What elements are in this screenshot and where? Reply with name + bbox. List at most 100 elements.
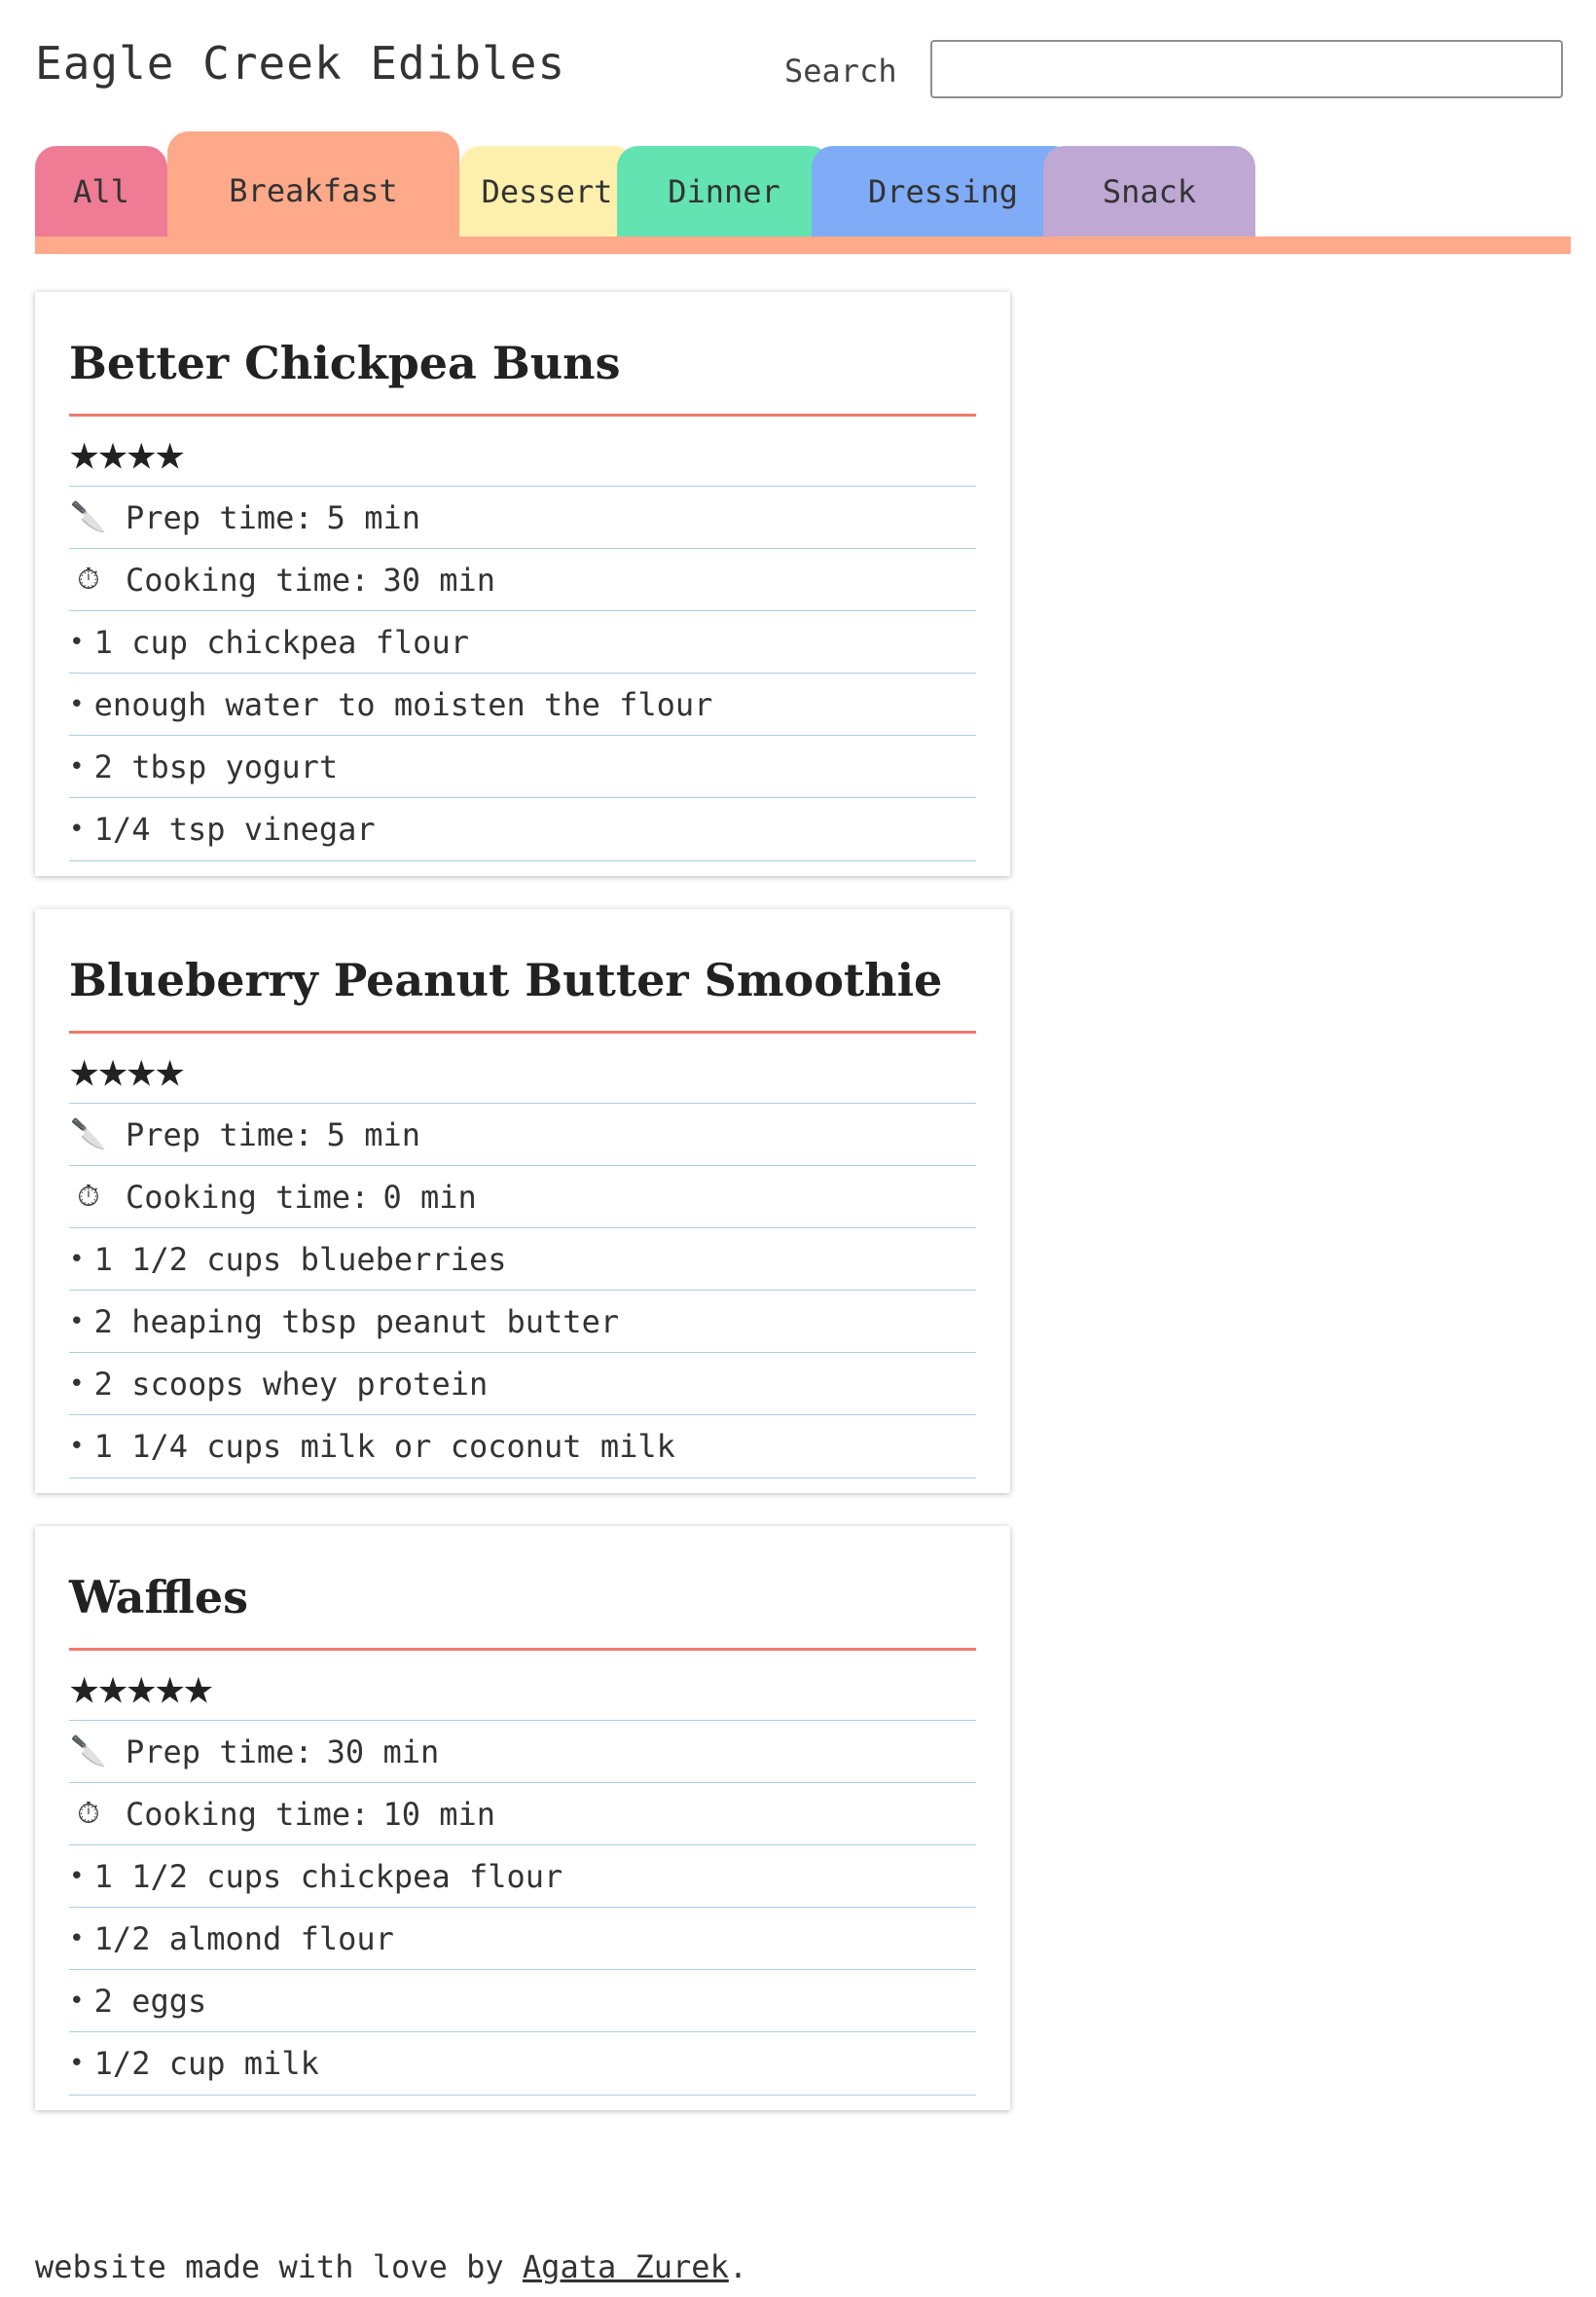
bullet-icon: • bbox=[69, 751, 85, 782]
ingredient-text: 2 scoops whey protein bbox=[93, 1365, 489, 1403]
bullet-icon: • bbox=[69, 689, 85, 719]
tab-breakfast[interactable]: Breakfast bbox=[167, 131, 459, 237]
star-icon: ★ bbox=[154, 1040, 185, 1099]
ingredient-item: • 1/2 almond flour bbox=[69, 1907, 976, 1969]
prep-time-row: 🔪 Prep time: 30 min bbox=[69, 1720, 976, 1782]
ingredient-text: enough water to moisten the flour bbox=[93, 685, 713, 723]
ingredient-item: • 1 1/2 cups blueberries bbox=[69, 1227, 976, 1290]
rating-stars: ★★★★★ bbox=[69, 1658, 214, 1716]
ingredient-item: • 2 tbsp yogurt bbox=[69, 735, 976, 797]
bullet-icon: • bbox=[69, 1306, 85, 1336]
bullet-icon: • bbox=[69, 1986, 85, 2016]
star-icon: ★ bbox=[154, 423, 185, 482]
star-icon: ★ bbox=[97, 423, 127, 482]
tab-all[interactable]: All bbox=[35, 146, 167, 237]
tab-dinner[interactable]: Dinner bbox=[617, 146, 831, 237]
bullet-icon: • bbox=[69, 627, 85, 657]
ingredient-item: • 1/2 cup milk bbox=[69, 2031, 976, 2096]
bullet-icon: • bbox=[69, 2049, 85, 2078]
active-tab-bar bbox=[35, 237, 1571, 254]
ingredient-item: • 1 cup chickpea flour bbox=[69, 610, 976, 673]
cook-time-label: Cooking time: bbox=[126, 1795, 370, 1833]
recipe-card: Better Chickpea Buns ★★★★ 🔪 Prep time: 5… bbox=[35, 292, 1010, 876]
site-header: Eagle Creek Edibles Search bbox=[35, 35, 1571, 103]
prep-time-value: 5 min bbox=[326, 498, 420, 536]
ingredient-text: 1 1/4 cups milk or coconut milk bbox=[93, 1428, 675, 1465]
bullet-icon: • bbox=[69, 1432, 85, 1461]
ingredient-text: 2 eggs bbox=[93, 1982, 207, 2020]
author-link[interactable]: Agata Zurek bbox=[523, 2248, 729, 2285]
stopwatch-icon: ⏱ bbox=[77, 1797, 100, 1831]
prep-time-value: 30 min bbox=[326, 1732, 440, 1770]
search-input[interactable] bbox=[930, 40, 1563, 98]
recipe-card: Blueberry Peanut Butter Smoothie ★★★★ 🔪 … bbox=[35, 909, 1010, 1493]
tab-dressing[interactable]: Dressing bbox=[812, 146, 1074, 237]
prep-time-label: Prep time: bbox=[126, 498, 313, 536]
rating-stars: ★★★★ bbox=[69, 423, 185, 482]
prep-time-label: Prep time: bbox=[126, 1732, 313, 1770]
prep-time-value: 5 min bbox=[326, 1115, 420, 1153]
bullet-icon: • bbox=[69, 1244, 85, 1274]
prep-time-label: Prep time: bbox=[126, 1115, 313, 1153]
title-divider bbox=[69, 1648, 976, 1651]
star-icon: ★ bbox=[97, 1658, 127, 1716]
recipe-card: Waffles ★★★★★ 🔪 Prep time: 30 min ⏱ Cook… bbox=[35, 1526, 1010, 2110]
tab-dessert[interactable]: Dessert bbox=[459, 146, 635, 237]
bullet-icon: • bbox=[69, 1368, 85, 1399]
cook-time-value: 10 min bbox=[382, 1795, 496, 1833]
site-title: Eagle Creek Edibles bbox=[35, 37, 566, 90]
star-icon: ★ bbox=[69, 1658, 99, 1716]
ingredient-item: • 1 1/4 cups milk or coconut milk bbox=[69, 1414, 976, 1478]
title-divider bbox=[69, 1031, 976, 1034]
recipe-details: 🔪 Prep time: 5 min ⏱ Cooking time: 30 mi… bbox=[69, 486, 976, 861]
star-icon: ★ bbox=[126, 1040, 157, 1099]
star-icon: ★ bbox=[69, 1040, 99, 1099]
tab-snack[interactable]: Snack bbox=[1043, 146, 1255, 237]
cook-time-label: Cooking time: bbox=[126, 561, 370, 599]
footer-text: website made with love by bbox=[35, 2248, 523, 2285]
bullet-icon: • bbox=[69, 815, 85, 844]
ingredient-item: • 1 1/2 cups chickpea flour bbox=[69, 1844, 976, 1907]
bullet-icon: • bbox=[69, 1923, 85, 1953]
ingredient-text: 1 cup chickpea flour bbox=[93, 623, 469, 661]
star-icon: ★ bbox=[69, 423, 99, 482]
recipe-title: Blueberry Peanut Butter Smoothie bbox=[69, 954, 943, 1006]
recipe-title: Better Chickpea Buns bbox=[69, 337, 621, 389]
site-footer: website made with love by Agata Zurek. bbox=[35, 2248, 747, 2285]
stopwatch-icon: ⏱ bbox=[77, 563, 100, 597]
recipe-details: 🔪 Prep time: 30 min ⏱ Cooking time: 10 m… bbox=[69, 1720, 976, 2096]
ingredient-item: • enough water to moisten the flour bbox=[69, 673, 976, 735]
star-icon: ★ bbox=[126, 1658, 157, 1716]
cook-time-row: ⏱ Cooking time: 0 min bbox=[69, 1165, 976, 1227]
cook-time-value: 0 min bbox=[382, 1178, 477, 1216]
ingredient-text: 1 1/2 cups blueberries bbox=[93, 1240, 507, 1278]
recipe-details: 🔪 Prep time: 5 min ⏱ Cooking time: 0 min… bbox=[69, 1103, 976, 1478]
cook-time-value: 30 min bbox=[382, 561, 496, 599]
ingredient-text: 2 tbsp yogurt bbox=[93, 747, 339, 785]
bullet-icon: • bbox=[69, 1861, 85, 1891]
footer-end: . bbox=[728, 2248, 748, 2285]
category-tabs: All Dessert Dinner Dressing Snack Breakf… bbox=[35, 131, 1571, 254]
title-divider bbox=[69, 414, 976, 417]
tab-label: Breakfast bbox=[229, 172, 398, 209]
prep-time-row: 🔪 Prep time: 5 min bbox=[69, 486, 976, 548]
knife-icon: 🔪 bbox=[70, 1734, 107, 1768]
tab-label: Dinner bbox=[668, 172, 780, 210]
ingredient-item: • 2 heaping tbsp peanut butter bbox=[69, 1290, 976, 1352]
star-icon: ★ bbox=[154, 1658, 185, 1716]
ingredient-text: 1/4 tsp vinegar bbox=[93, 811, 376, 848]
ingredient-item: • 2 eggs bbox=[69, 1969, 976, 2031]
stopwatch-icon: ⏱ bbox=[77, 1180, 100, 1214]
tab-label: All bbox=[73, 172, 129, 210]
tab-label: Snack bbox=[1102, 172, 1197, 210]
knife-icon: 🔪 bbox=[70, 1117, 107, 1151]
tab-label: Dressing bbox=[867, 172, 1019, 210]
ingredient-item: • 2 scoops whey protein bbox=[69, 1352, 976, 1414]
search-label: Search bbox=[784, 53, 897, 90]
cook-time-row: ⏱ Cooking time: 30 min bbox=[69, 548, 976, 610]
ingredient-item: • 1/4 tsp vinegar bbox=[69, 797, 976, 861]
ingredient-text: 1 1/2 cups chickpea flour bbox=[93, 1857, 563, 1895]
ingredient-text: 1/2 almond flour bbox=[93, 1919, 394, 1957]
cook-time-label: Cooking time: bbox=[126, 1178, 370, 1216]
ingredient-text: 1/2 cup milk bbox=[93, 2045, 319, 2082]
